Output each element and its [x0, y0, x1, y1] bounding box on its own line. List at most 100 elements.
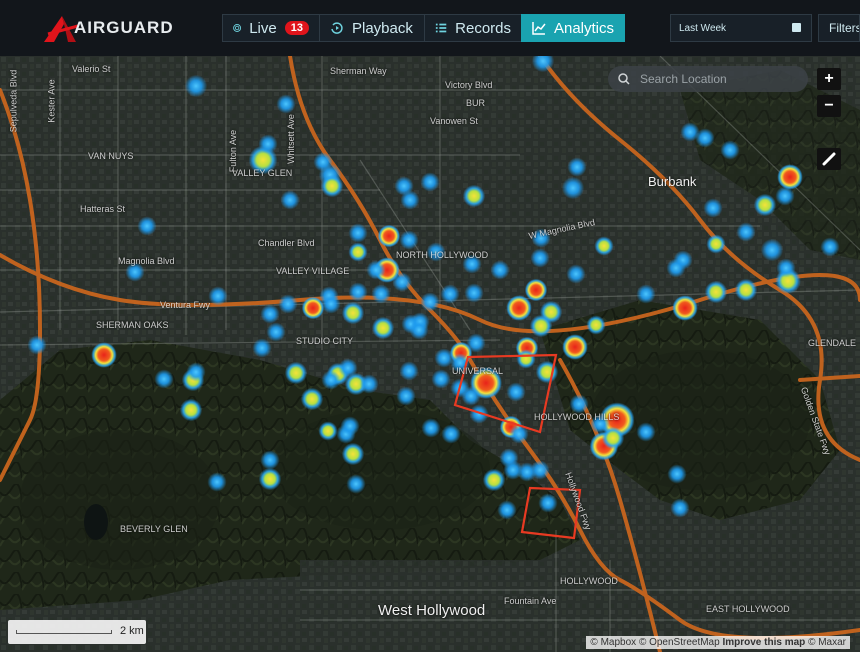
heatmap-hotspot	[392, 272, 412, 292]
heatmap-hotspot	[530, 460, 550, 480]
attrib-maxar[interactable]: © Maxar	[808, 637, 846, 648]
zoom-out-button[interactable]: −	[817, 95, 841, 117]
top-bar: AIRGUARD Live 13 Playback Records Analyt…	[0, 0, 860, 57]
tab-analytics[interactable]: Analytics	[521, 14, 625, 42]
measure-tool-button[interactable]	[817, 148, 841, 170]
heatmap-hotspot	[734, 278, 758, 302]
chart-icon	[532, 22, 546, 35]
label-ventura-fwy: Ventura Fwy	[160, 300, 211, 310]
label-whitsett: Whitsett Ave	[285, 114, 296, 164]
heatmap-hotspot	[154, 369, 174, 389]
heatmap-hotspot	[775, 186, 795, 206]
heatmap-hotspot	[260, 304, 280, 324]
heatmap-hotspot	[703, 198, 723, 218]
heatmap-hotspot	[399, 361, 419, 381]
heatmap-hotspot	[720, 140, 740, 160]
heatmap-hotspot	[461, 386, 481, 406]
scale-label: 2 km	[120, 625, 144, 637]
heatmap-hotspot	[695, 128, 715, 148]
heatmap-hotspot	[278, 294, 298, 314]
label-hollywood-hills: HOLLYWOOD HILLS	[534, 412, 620, 422]
heatmap-hotspot	[341, 301, 365, 325]
heatmap-hotspot	[462, 184, 486, 208]
heatmap-hotspot	[91, 342, 117, 368]
live-count-badge: 13	[284, 21, 309, 35]
heatmap-hotspot	[561, 176, 585, 200]
heatmap-hotspot	[567, 157, 587, 177]
heatmap-hotspot	[441, 424, 461, 444]
map-canvas[interactable]: Valerio St Sherman Way Victory Blvd BUR …	[0, 56, 860, 652]
heatmap-hotspot	[371, 284, 391, 304]
search-input[interactable]	[638, 71, 792, 87]
tab-live[interactable]: Live 13	[222, 14, 320, 42]
heatmap-hotspot	[348, 282, 368, 302]
label-glendale: GLENDALE	[808, 338, 857, 348]
heatmap-hotspot	[636, 422, 656, 442]
heatmap-hotspot	[252, 338, 272, 358]
heatmap-hotspot	[736, 222, 756, 242]
date-range-select[interactable]: Last Week	[670, 14, 812, 42]
tab-playback-label: Playback	[352, 19, 413, 37]
heatmap-hotspot	[524, 278, 548, 302]
map-layer	[0, 56, 860, 652]
calendar-icon	[792, 23, 801, 32]
label-hatteras: Hatteras St	[80, 204, 126, 214]
heatmap-hotspot	[396, 386, 416, 406]
label-universal: UNIVERSAL	[452, 366, 504, 376]
heatmap-hotspot	[321, 294, 341, 314]
heatmap-hotspot	[359, 374, 379, 394]
label-victory: Victory Blvd	[445, 80, 493, 90]
label-sepulveda: Sepulveda Blvd	[8, 69, 19, 133]
heatmap-hotspot	[321, 370, 341, 390]
label-van-nuys: VAN NUYS	[88, 151, 134, 161]
heatmap-hotspot	[490, 260, 510, 280]
heatmap-hotspot	[179, 398, 203, 422]
attrib-osm[interactable]: © OpenStreetMap	[639, 637, 720, 648]
heatmap-hotspot	[566, 264, 586, 284]
heatmap-hotspot	[562, 334, 588, 360]
filters-label: Filters	[829, 21, 860, 35]
heatmap-hotspot	[366, 260, 386, 280]
brand-logo[interactable]: AIRGUARD	[42, 12, 174, 44]
location-search[interactable]	[608, 66, 808, 92]
label-kester: Kester Ave	[46, 79, 57, 123]
heatmap-hotspot	[377, 224, 401, 248]
label-beverly-glen: BEVERLY GLEN	[120, 524, 188, 534]
zoom-in-button[interactable]: +	[817, 68, 841, 90]
heatmap-hotspot	[184, 74, 208, 98]
filters-button[interactable]: Filters	[818, 14, 860, 42]
heatmap-hotspot	[538, 493, 558, 513]
heatmap-hotspot	[753, 193, 777, 217]
label-hollywood: HOLLYWOOD	[560, 576, 618, 586]
heatmap-hotspot	[586, 315, 606, 335]
ruler-icon	[822, 152, 836, 166]
label-bur: BUR	[466, 98, 486, 108]
label-sherman-way: Sherman Way	[330, 66, 387, 76]
heatmap-hotspot	[466, 333, 486, 353]
attrib-mapbox[interactable]: © Mapbox	[590, 637, 636, 648]
map-scale: 2 km	[8, 620, 146, 644]
tab-playback[interactable]: Playback	[319, 14, 425, 42]
heatmap-hotspot	[420, 172, 440, 192]
attrib-improve[interactable]: Improve this map	[722, 637, 805, 648]
replay-icon	[331, 22, 343, 34]
main-nav: Live 13 Playback Records Analytics	[222, 14, 625, 42]
heatmap-hotspot	[672, 295, 698, 321]
label-east-hollywood: EAST HOLLYWOOD	[706, 604, 790, 614]
search-icon	[618, 73, 630, 85]
heatmap-hotspot	[409, 320, 429, 340]
tab-records[interactable]: Records	[424, 14, 522, 42]
label-valley-glen: VALLEY GLEN	[232, 168, 293, 178]
target-icon	[233, 24, 242, 32]
heatmap-hotspot	[258, 134, 278, 154]
brand-name: AIRGUARD	[74, 18, 174, 37]
heatmap-hotspot	[440, 284, 460, 304]
heatmap-hotspot	[667, 464, 687, 484]
heatmap-hotspot	[704, 280, 728, 304]
label-north-hollywood: NORTH HOLLYWOOD	[396, 250, 489, 260]
heatmap-hotspot	[776, 258, 796, 278]
heatmap-hotspot	[636, 284, 656, 304]
label-west-hollywood: West Hollywood	[378, 602, 486, 619]
label-fulton: Fulton Ave	[228, 129, 239, 173]
heatmap-hotspot	[482, 468, 506, 492]
